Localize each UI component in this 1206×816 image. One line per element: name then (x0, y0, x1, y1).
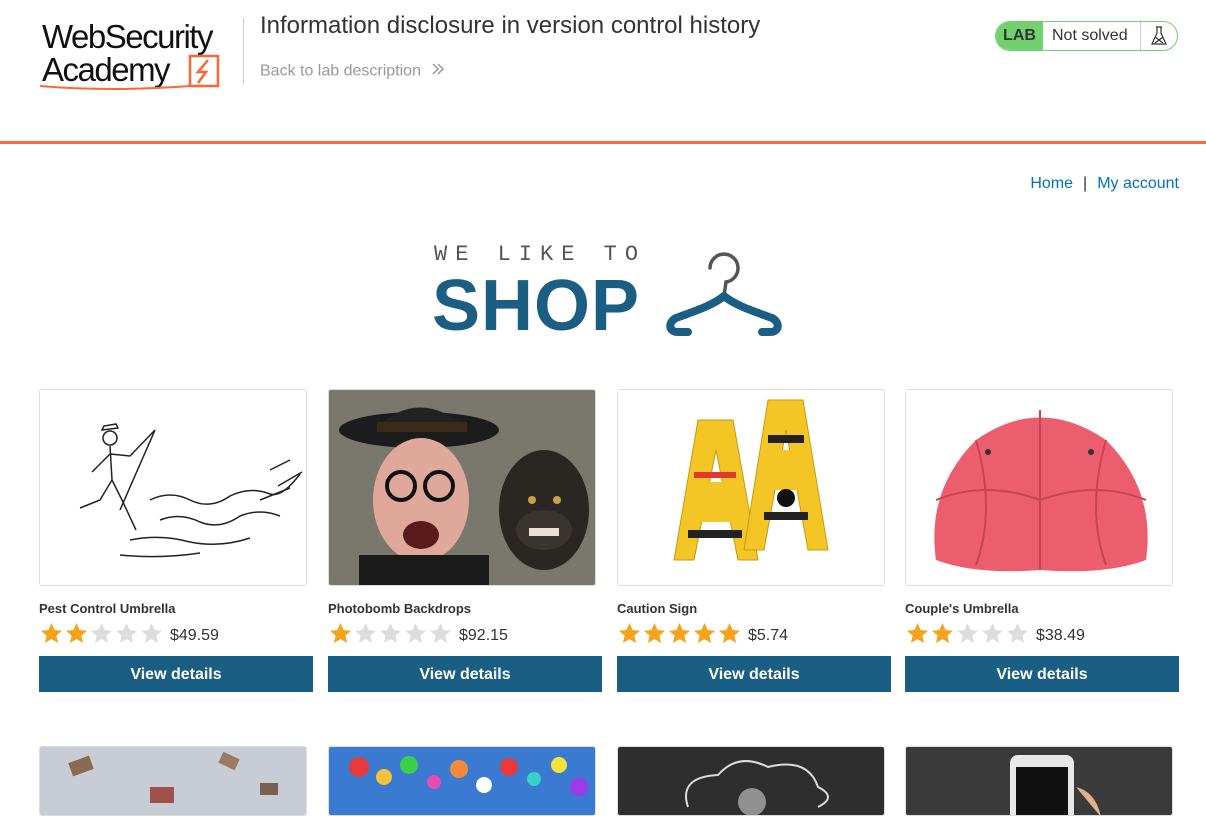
lab-status-text: Not solved (1043, 22, 1141, 50)
star-empty-icon (405, 623, 426, 643)
product-image-partial[interactable] (617, 746, 885, 816)
product-rating-row: $49.59 (39, 620, 313, 646)
nav-separator: | (1083, 175, 1088, 192)
back-to-lab-description-link[interactable]: Back to lab description (260, 62, 445, 81)
product-name: Photobomb Backdrops (328, 601, 472, 616)
star-filled-icon (932, 623, 953, 643)
product-name: Couple's Umbrella (905, 601, 1019, 616)
star-empty-icon (1007, 623, 1028, 643)
hanger-icon (666, 252, 782, 336)
man-and-monkey-image[interactable] (328, 389, 596, 586)
back-link-label: Back to lab description (260, 62, 421, 80)
star-filled-icon (669, 623, 690, 643)
star-filled-icon (330, 623, 351, 643)
star-filled-icon (41, 623, 62, 643)
product-image-partial[interactable] (905, 746, 1173, 816)
product-price: $38.49 (1036, 626, 1085, 644)
star-empty-icon (982, 623, 1003, 643)
sketch-umbrella-image[interactable] (39, 389, 307, 586)
double-chevron-right-icon (431, 62, 445, 81)
svg-text:Academy: Academy (42, 51, 171, 88)
top-nav: Home | My account (1030, 175, 1179, 193)
product-rating-row: $92.15 (328, 620, 602, 646)
product-price: $5.74 (748, 626, 789, 644)
product-card: Photobomb Backdrops $92.15 View details (328, 389, 602, 692)
banner-shop-text: SHOP (432, 266, 641, 346)
shop-banner: WE LIKE TO SHOP (432, 242, 792, 346)
product-rating-row: $38.49 (905, 620, 1179, 646)
star-empty-icon (380, 623, 401, 643)
star-filled-icon (719, 623, 740, 643)
star-filled-icon (907, 623, 928, 643)
product-price: $49.59 (170, 626, 219, 644)
star-rating (39, 622, 164, 644)
view-details-button[interactable]: View details (39, 656, 313, 692)
star-filled-icon (619, 623, 640, 643)
star-rating (328, 622, 453, 644)
star-empty-icon (91, 623, 112, 643)
product-name: Pest Control Umbrella (39, 601, 176, 616)
star-rating (905, 622, 1030, 644)
lab-header: WebSecurity Academy Information disclosu… (0, 0, 1206, 144)
product-card: Couple's Umbrella $38.49 View details (905, 389, 1179, 692)
view-details-button[interactable]: View details (328, 656, 602, 692)
header-divider (243, 18, 244, 84)
product-rating-row: $5.74 (617, 620, 891, 646)
view-details-button[interactable]: View details (617, 656, 891, 692)
product-price: $92.15 (459, 626, 508, 644)
product-image-partial[interactable] (328, 746, 596, 816)
star-empty-icon (430, 623, 451, 643)
product-card: Pest Control Umbrella $49.59 View detail… (39, 389, 313, 692)
star-empty-icon (957, 623, 978, 643)
view-details-button[interactable]: View details (905, 656, 1179, 692)
product-name: Caution Sign (617, 601, 698, 616)
lab-title: Information disclosure in version contro… (260, 12, 761, 39)
banner-tagline: WE LIKE TO (434, 242, 647, 267)
svg-text:WebSecurity: WebSecurity (42, 18, 214, 55)
star-empty-icon (355, 623, 376, 643)
caution-sign-image[interactable] (617, 389, 885, 586)
flask-icon (1141, 22, 1177, 50)
star-empty-icon (116, 623, 137, 643)
star-filled-icon (644, 623, 665, 643)
star-rating (617, 622, 742, 644)
star-filled-icon (694, 623, 715, 643)
star-empty-icon (141, 623, 162, 643)
star-filled-icon (66, 623, 87, 643)
nav-my-account-link[interactable]: My account (1097, 175, 1179, 192)
nav-home-link[interactable]: Home (1030, 175, 1073, 192)
web-security-academy-logo[interactable]: WebSecurity Academy (39, 18, 240, 90)
red-umbrella-image[interactable] (905, 389, 1173, 586)
lab-badge: LAB (996, 22, 1043, 50)
product-image-partial[interactable] (39, 746, 307, 816)
lab-status-widget: LAB Not solved (995, 21, 1178, 51)
product-card: Caution Sign $5.74 View details (617, 389, 891, 692)
